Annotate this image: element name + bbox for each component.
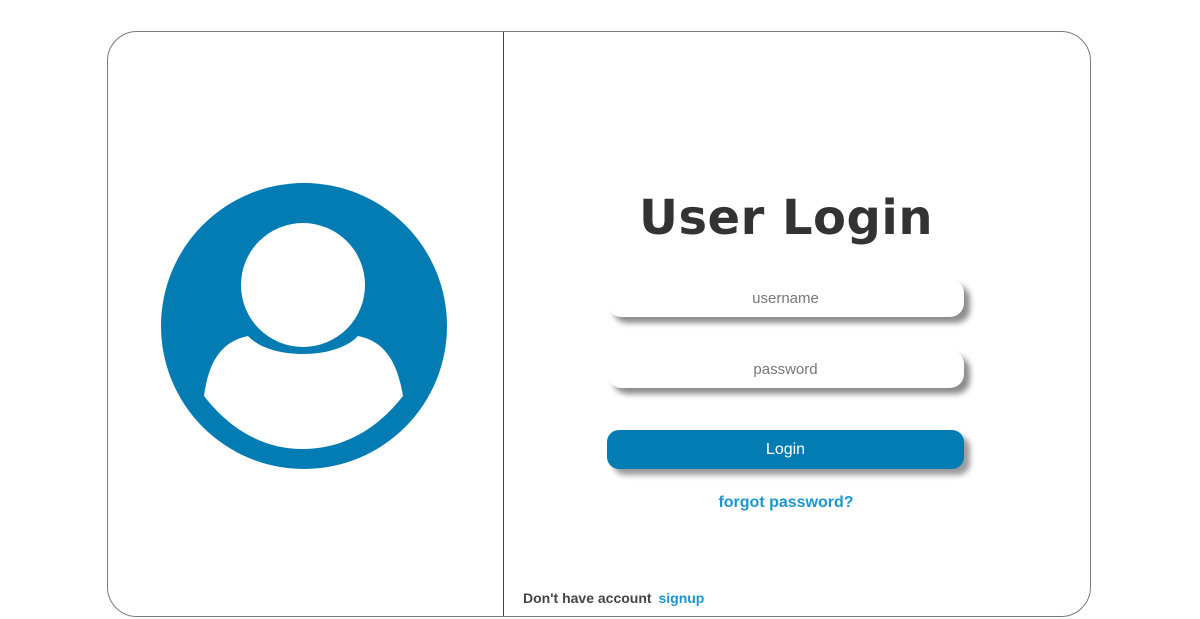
signup-link[interactable]: signup: [658, 590, 704, 606]
login-form-panel: User Login Login forgot password? Don't …: [504, 32, 1092, 616]
password-input[interactable]: [607, 350, 964, 388]
page-title: User Login: [638, 190, 934, 246]
username-input[interactable]: [607, 279, 964, 317]
signup-prompt: Don't have account signup: [523, 590, 704, 606]
user-avatar-icon: [161, 183, 447, 469]
no-account-text: Don't have account: [523, 590, 652, 606]
avatar-panel: [108, 32, 503, 616]
login-card: User Login Login forgot password? Don't …: [107, 31, 1091, 617]
forgot-password-link[interactable]: forgot password?: [504, 494, 1068, 512]
login-button[interactable]: Login: [607, 430, 964, 469]
